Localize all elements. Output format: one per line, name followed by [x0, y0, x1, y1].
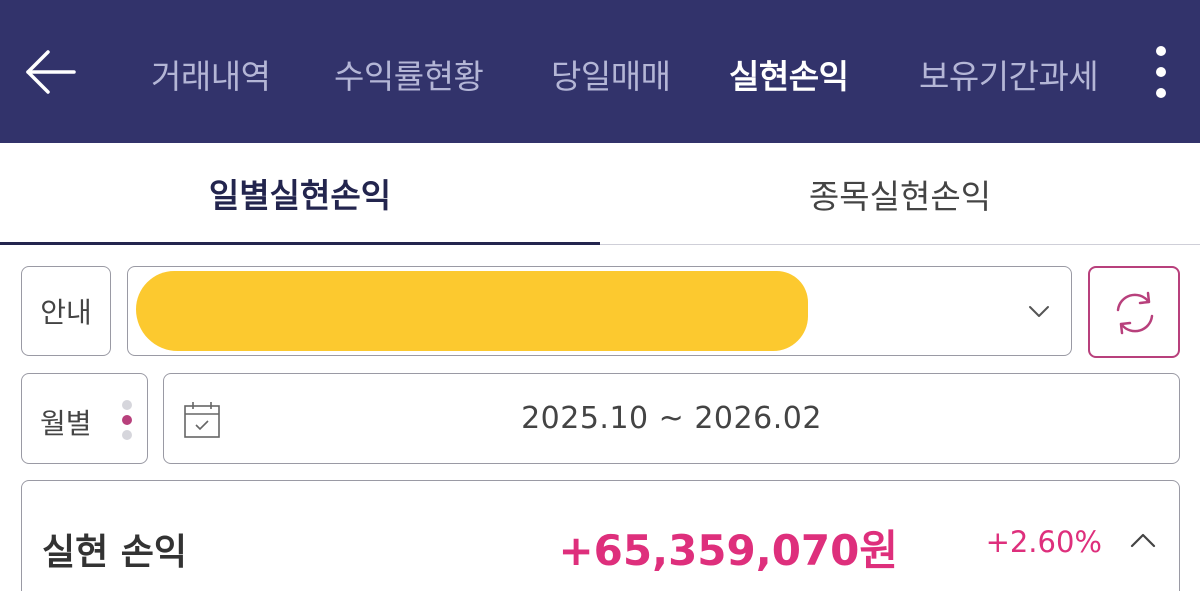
refresh-button[interactable]: [1088, 266, 1180, 358]
subtab-daily-realized-pnl[interactable]: 일별실현손익: [0, 143, 600, 245]
realized-pnl-amount: +65,359,070원: [558, 526, 898, 575]
realized-pnl-summary: 실현 손익 +65,359,070원 +2.60%: [21, 480, 1180, 591]
date-range-picker[interactable]: 2025.10 ~ 2026.02: [163, 373, 1180, 464]
more-vertical-icon[interactable]: [1146, 42, 1176, 102]
back-button[interactable]: [22, 44, 78, 100]
chevron-down-icon: [1029, 306, 1049, 317]
refresh-icon: [1116, 291, 1154, 335]
tab-return-status[interactable]: 수익률현황: [334, 50, 484, 98]
period-toggle[interactable]: 월별: [21, 373, 148, 464]
top-nav-bar: 거래내역 수익률현황 당일매매 실현손익 보유기간과세: [0, 0, 1200, 143]
account-select[interactable]: [127, 266, 1072, 356]
arrow-left-icon: [26, 50, 76, 94]
sub-tab-bar: 일별실현손익 종목실현손익: [0, 143, 1200, 245]
masked-account-number: [136, 271, 808, 351]
realized-pnl-rate: +2.60%: [985, 525, 1102, 559]
tab-transaction-history[interactable]: 거래내역: [151, 50, 271, 98]
tab-realized-pnl[interactable]: 실현손익: [729, 50, 849, 98]
tab-day-trading[interactable]: 당일매매: [551, 50, 671, 98]
subtab-stock-realized-pnl[interactable]: 종목실현손익: [600, 143, 1200, 245]
info-button[interactable]: 안내: [21, 266, 111, 356]
period-indicator-dots: [122, 400, 134, 440]
date-range-value: 2025.10 ~ 2026.02: [521, 401, 822, 436]
chevron-up-icon[interactable]: [1127, 527, 1159, 553]
tab-holding-period-tax[interactable]: 보유기간과세: [919, 50, 1099, 98]
summary-title: 실현 손익: [42, 532, 188, 573]
period-label: 월별: [40, 407, 92, 440]
